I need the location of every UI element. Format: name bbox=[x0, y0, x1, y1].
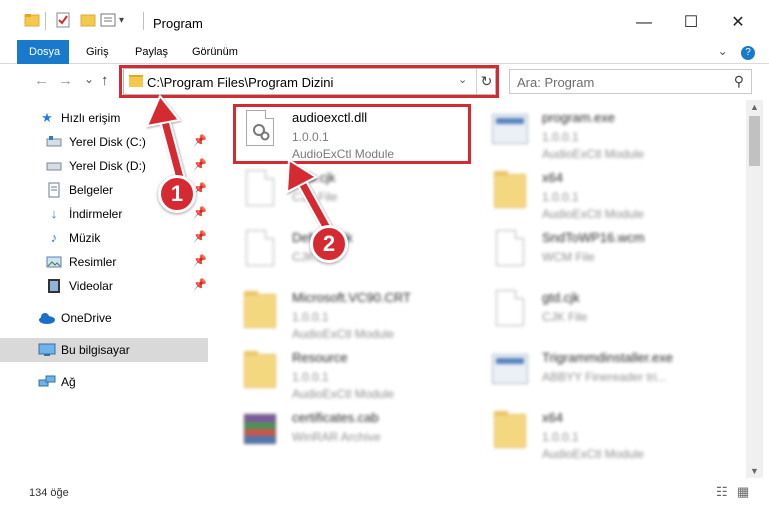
step-badge-2: 2 bbox=[310, 225, 348, 263]
details-view-icon[interactable]: ☷ bbox=[716, 484, 728, 500]
status-bar: 134 öğe ☷ ▦ bbox=[0, 478, 769, 518]
item-count: 134 öğe bbox=[29, 487, 69, 499]
step-badge-1: 1 bbox=[158, 175, 196, 213]
annotation-arrows bbox=[145, 94, 333, 233]
arrow-2 bbox=[285, 158, 333, 233]
tiles-view-icon[interactable]: ▦ bbox=[737, 484, 749, 500]
arrow-1 bbox=[145, 94, 186, 180]
